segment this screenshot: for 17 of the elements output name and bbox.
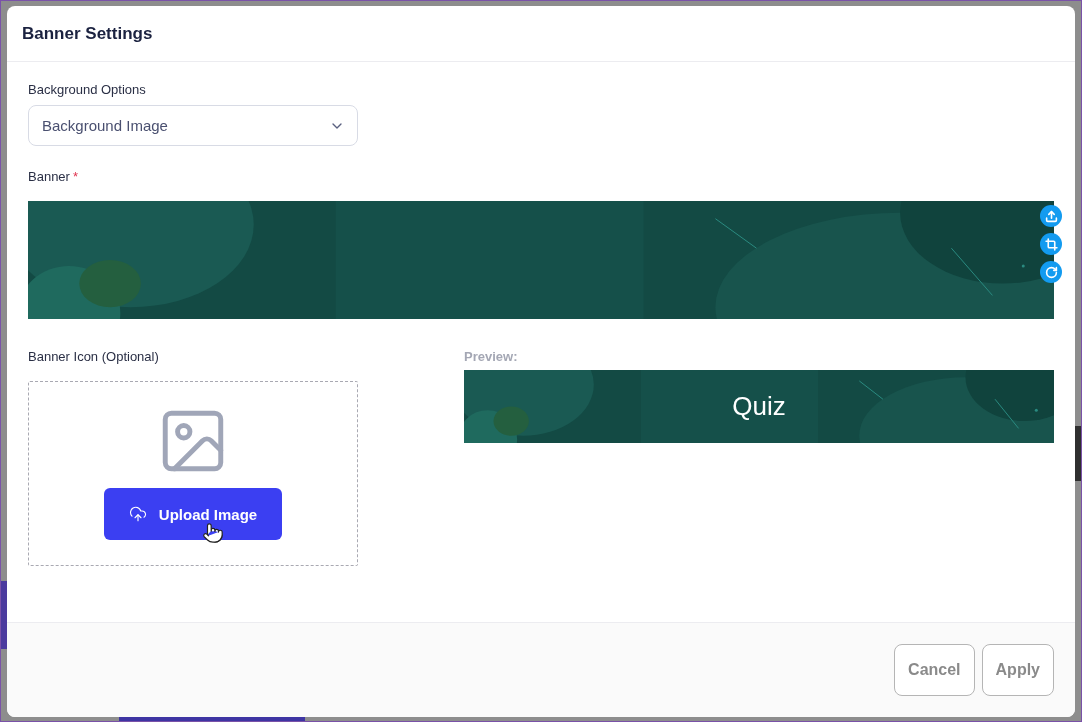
apply-button[interactable]: Apply [981,644,1054,696]
preview-label: Preview: [464,349,519,364]
cancel-button[interactable]: Cancel [894,644,975,696]
refresh-icon[interactable] [1040,261,1062,283]
background-options-select[interactable]: Background Image [28,105,358,146]
upload-icon[interactable] [1040,205,1062,227]
cloud-upload-icon [128,505,147,523]
required-mark: * [72,169,78,184]
field-label: Banner [28,169,70,184]
dialog-title: Banner Settings [22,23,153,44]
field-label: Banner Icon (Optional) [28,349,160,364]
crop-icon[interactable] [1040,233,1062,255]
upload-dropzone[interactable]: Upload Image [28,381,358,566]
field-label: Background Options [28,82,147,97]
hand-cursor-icon [202,522,224,544]
preview-title: Quiz [732,391,786,422]
upload-image-button[interactable]: Upload Image [104,488,282,540]
